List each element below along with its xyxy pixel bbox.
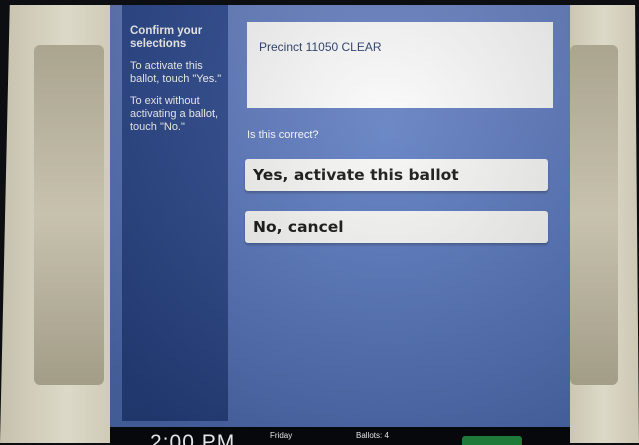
right-bezel-recess <box>570 45 618 385</box>
activate-ballot-button-label: Yes, activate this ballot <box>253 166 459 184</box>
activate-ballot-button[interactable]: Yes, activate this ballot <box>245 159 548 191</box>
exit-instruction: To exit without activating a ballot, tou… <box>130 95 219 133</box>
instructions-title: Confirm your selections <box>130 25 203 50</box>
cancel-button[interactable]: No, cancel <box>245 211 548 243</box>
instructions-panel: Confirm your selections To activate this… <box>122 5 228 421</box>
confirmation-question: Is this correct? <box>247 129 319 141</box>
precinct-label: Precinct 11050 CLEAR <box>259 40 382 54</box>
ballot-count: Ballots: 4 <box>356 431 389 440</box>
precinct-display: Precinct 11050 CLEAR <box>247 22 553 108</box>
status-bar: 2:00 PM Friday Ballots: 4 <box>110 427 570 445</box>
voting-machine-left-bezel <box>0 5 118 443</box>
clock-display: 2:00 PM <box>150 431 236 445</box>
voting-machine-right-bezel <box>560 5 639 443</box>
left-bezel-recess <box>34 45 104 385</box>
activate-instruction: To activate this ballot, touch "Yes." <box>130 60 222 85</box>
ballot-activation-screen: Confirm your selections To activate this… <box>110 5 570 427</box>
status-light-icon <box>462 436 522 445</box>
day-display: Friday <box>270 431 293 440</box>
cancel-button-label: No, cancel <box>253 218 344 236</box>
